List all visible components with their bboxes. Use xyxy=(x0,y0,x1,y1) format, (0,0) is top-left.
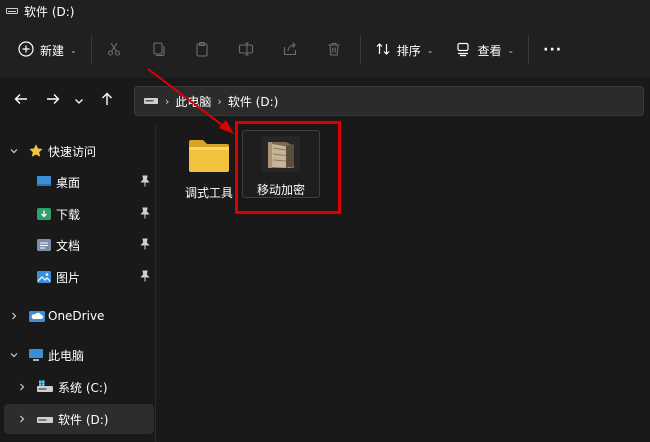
cut-button[interactable] xyxy=(98,32,130,68)
download-icon xyxy=(36,207,52,224)
view-icon xyxy=(455,41,471,60)
nav-label: 下载 xyxy=(56,207,81,222)
nav-system-c[interactable]: 系统 (C:) xyxy=(0,372,156,402)
paste-button[interactable] xyxy=(186,32,218,68)
nav-label: 系统 (C:) xyxy=(58,380,108,395)
copy-icon xyxy=(150,41,166,60)
chevron-down-icon[interactable] xyxy=(8,349,20,361)
window-title: 软件 (D:) xyxy=(24,4,75,19)
clipboard-icon xyxy=(194,41,210,60)
chevron-down-icon: ⌄ xyxy=(426,45,434,55)
chevron-down-icon[interactable] xyxy=(8,145,20,157)
more-icon: ··· xyxy=(543,42,563,58)
chevron-down-icon xyxy=(73,92,85,111)
share-icon xyxy=(282,41,298,60)
command-bar: 新建 ⌄ 排序 ⌄ 查看 ⌄ ··· xyxy=(0,22,650,78)
nav-downloads[interactable]: 下载 xyxy=(0,199,156,229)
recent-locations-button[interactable] xyxy=(68,86,90,116)
nav-quick-access[interactable]: 快速访问 xyxy=(0,136,156,166)
new-button[interactable]: 新建 ⌄ xyxy=(10,32,85,68)
pin-icon[interactable] xyxy=(140,175,150,190)
nav-label: 软件 (D:) xyxy=(58,412,109,427)
toolbar-divider xyxy=(528,36,530,64)
breadcrumb-separator: › xyxy=(217,94,222,108)
scissors-icon xyxy=(106,41,122,60)
pin-icon[interactable] xyxy=(140,238,150,253)
toolbar-divider xyxy=(359,36,361,64)
delete-button[interactable] xyxy=(318,32,350,68)
view-label: 查看 xyxy=(477,43,502,58)
sort-button[interactable]: 排序 ⌄ xyxy=(367,32,442,68)
file-list: 调式工具 移动加密 xyxy=(157,121,650,442)
cloud-folder-icon xyxy=(28,309,46,326)
breadcrumb-this-pc[interactable]: 此电脑 xyxy=(175,93,211,110)
plus-circle-icon xyxy=(18,40,34,60)
folder-icon xyxy=(187,136,231,178)
chevron-down-icon: ⌄ xyxy=(70,45,77,55)
nav-label: 图片 xyxy=(56,270,81,285)
more-options-button[interactable]: ··· xyxy=(535,32,570,68)
windows-drive-icon xyxy=(36,380,54,397)
drive-icon xyxy=(143,94,159,109)
chevron-right-icon[interactable] xyxy=(8,310,20,322)
computer-icon xyxy=(28,348,44,365)
share-button[interactable] xyxy=(274,32,306,68)
nav-label: 快速访问 xyxy=(48,144,97,159)
desktop-icon xyxy=(36,175,52,192)
breadcrumb-separator: › xyxy=(165,94,170,108)
nav-pictures[interactable]: 图片 xyxy=(0,262,156,292)
chevron-down-icon: ⌄ xyxy=(507,45,515,55)
sort-label: 排序 xyxy=(396,43,421,58)
address-row: › 此电脑 › 软件 (D:) xyxy=(0,78,650,124)
drive-icon xyxy=(36,414,54,428)
back-button[interactable] xyxy=(6,86,36,116)
highlight-box xyxy=(235,121,341,214)
rename-button[interactable] xyxy=(230,32,262,68)
nav-label: OneDrive xyxy=(48,309,105,323)
navigation-pane: 快速访问 桌面 下载 文档 图片 OneDrive 此电脑 系统 (C:) 软件… xyxy=(0,124,156,442)
picture-icon xyxy=(36,270,52,287)
sort-icon xyxy=(375,41,391,60)
item-label: 调式工具 xyxy=(184,186,233,200)
forward-button[interactable] xyxy=(38,86,68,116)
nav-documents[interactable]: 文档 xyxy=(0,230,156,260)
copy-button[interactable] xyxy=(142,32,174,68)
rename-icon xyxy=(238,41,254,60)
title-bar: 软件 (D:) xyxy=(0,0,650,22)
pin-icon[interactable] xyxy=(140,270,150,285)
chevron-right-icon[interactable] xyxy=(16,381,28,393)
address-bar[interactable]: › 此电脑 › 软件 (D:) xyxy=(134,86,644,116)
trash-icon xyxy=(326,41,342,60)
drive-icon xyxy=(6,8,18,14)
nav-label: 此电脑 xyxy=(48,348,85,363)
nav-desktop[interactable]: 桌面 xyxy=(0,167,156,197)
document-icon xyxy=(36,238,52,255)
breadcrumb-software-d[interactable]: 软件 (D:) xyxy=(228,93,278,110)
pin-icon[interactable] xyxy=(140,207,150,222)
nav-onedrive[interactable]: OneDrive xyxy=(0,301,156,331)
view-button[interactable]: 查看 ⌄ xyxy=(447,32,522,68)
new-label: 新建 xyxy=(40,43,65,58)
arrow-up-icon xyxy=(99,91,115,111)
nav-label: 桌面 xyxy=(56,175,81,190)
toolbar-divider xyxy=(90,36,92,64)
nav-this-pc[interactable]: 此电脑 xyxy=(0,340,156,370)
nav-label: 文档 xyxy=(56,238,81,253)
up-button[interactable] xyxy=(92,86,122,116)
star-icon xyxy=(28,143,44,162)
arrow-left-icon xyxy=(13,91,29,111)
arrow-right-icon xyxy=(45,91,61,111)
nav-software-d[interactable]: 软件 (D:) xyxy=(4,404,154,434)
chevron-right-icon[interactable] xyxy=(16,413,28,425)
